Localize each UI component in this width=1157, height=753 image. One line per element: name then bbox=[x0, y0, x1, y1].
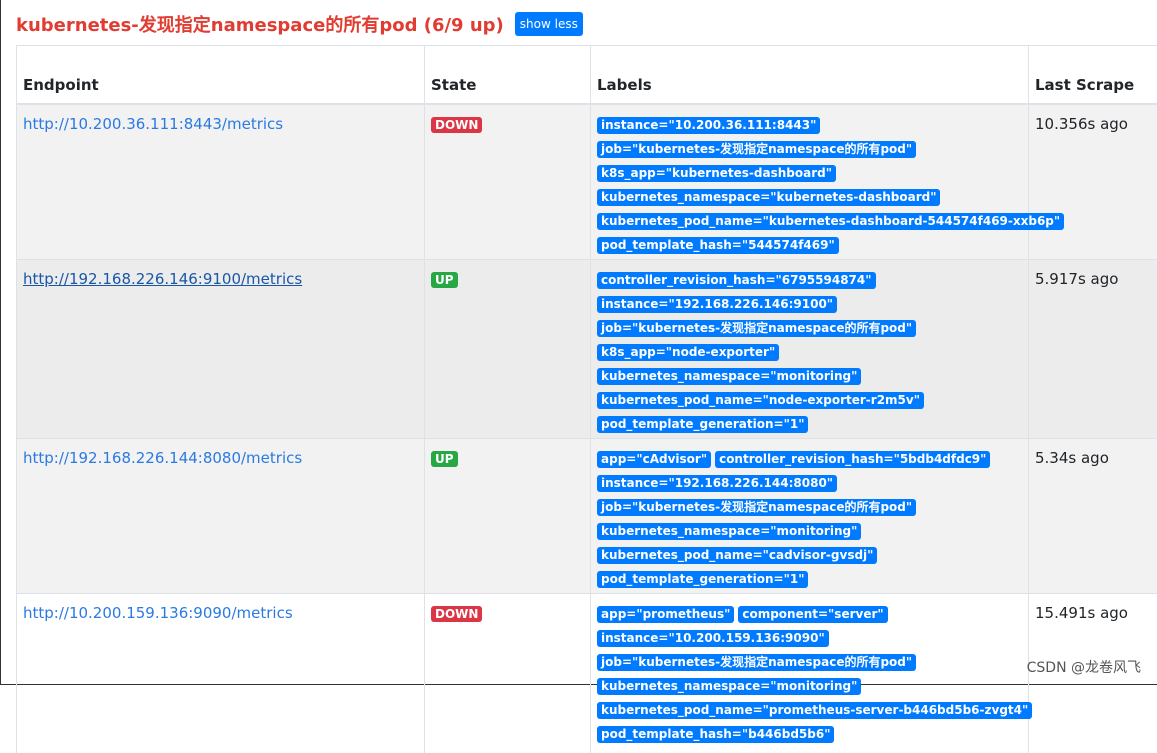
last-scrape-value: 10.356s ago bbox=[1035, 115, 1128, 133]
table-row: http://10.200.36.111:8443/metrics DOWN i… bbox=[17, 104, 1157, 260]
state-cell: DOWN bbox=[425, 104, 591, 260]
endpoint-cell: http://10.200.159.136:9090/metrics bbox=[17, 593, 425, 753]
column-header-endpoint: Endpoint bbox=[17, 46, 425, 104]
column-header-labels: Labels bbox=[591, 46, 1029, 104]
last-scrape-value: 15.491s ago bbox=[1035, 604, 1128, 622]
label-badge: job="kubernetes-发现指定namespace的所有pod" bbox=[597, 320, 916, 337]
label-badge: job="kubernetes-发现指定namespace的所有pod" bbox=[597, 499, 916, 516]
table-row: http://192.168.226.144:8080/metrics UP a… bbox=[17, 438, 1157, 593]
last-scrape-cell: 5.917s ago bbox=[1029, 259, 1157, 438]
state-cell: UP bbox=[425, 259, 591, 438]
table-header-row: Endpoint State Labels Last Scrape bbox=[17, 46, 1157, 104]
labels-cell: controller_revision_hash="6795594874" in… bbox=[591, 259, 1029, 438]
label-badge: k8s_app="kubernetes-dashboard" bbox=[597, 165, 836, 182]
labels-list: app="cAdvisor" controller_revision_hash=… bbox=[597, 449, 1023, 593]
targets-table: Endpoint State Labels Last Scrape http:/… bbox=[16, 45, 1157, 753]
label-badge: job="kubernetes-发现指定namespace的所有pod" bbox=[597, 141, 916, 158]
watermark: CSDN @龙卷风飞 bbox=[1027, 657, 1141, 677]
table-row: http://192.168.226.146:9100/metrics UP c… bbox=[17, 259, 1157, 438]
column-header-state: State bbox=[425, 46, 591, 104]
endpoint-link[interactable]: http://10.200.36.111:8443/metrics bbox=[23, 115, 283, 133]
label-badge: kubernetes_pod_name="prometheus-server-b… bbox=[597, 702, 1032, 719]
state-badge: UP bbox=[431, 272, 458, 288]
table-row: http://10.200.159.136:9090/metrics DOWN … bbox=[17, 593, 1157, 753]
endpoint-link[interactable]: http://10.200.159.136:9090/metrics bbox=[23, 604, 293, 622]
column-header-last-scrape: Last Scrape bbox=[1029, 46, 1157, 104]
label-badge: job="kubernetes-发现指定namespace的所有pod" bbox=[597, 654, 916, 671]
label-badge: kubernetes_pod_name="node-exporter-r2m5v… bbox=[597, 392, 924, 409]
label-badge: pod_template_generation="1" bbox=[597, 571, 808, 588]
label-badge: pod_template_generation="1" bbox=[597, 416, 808, 433]
labels-cell: app="cAdvisor" controller_revision_hash=… bbox=[591, 438, 1029, 593]
label-badge: kubernetes_namespace="monitoring" bbox=[597, 678, 861, 695]
endpoint-link[interactable]: http://192.168.226.144:8080/metrics bbox=[23, 449, 302, 467]
label-badge: controller_revision_hash="6795594874" bbox=[597, 272, 876, 289]
label-badge: app="cAdvisor" bbox=[597, 451, 711, 468]
endpoint-cell: http://192.168.226.144:8080/metrics bbox=[17, 438, 425, 593]
state-cell: DOWN bbox=[425, 593, 591, 753]
label-badge: kubernetes_pod_name="cadvisor-gvsdj" bbox=[597, 547, 877, 564]
target-header: kubernetes-发现指定namespace的所有pod (6/9 up) … bbox=[16, 11, 583, 37]
state-cell: UP bbox=[425, 438, 591, 593]
label-badge: pod_template_hash="544574f469" bbox=[597, 237, 839, 254]
label-badge: k8s_app="node-exporter" bbox=[597, 344, 779, 361]
state-badge: DOWN bbox=[431, 606, 482, 622]
label-badge: instance="192.168.226.144:8080" bbox=[597, 475, 837, 492]
labels-list: app="prometheus" component="server" inst… bbox=[597, 604, 1023, 748]
label-badge: component="server" bbox=[738, 606, 887, 623]
label-badge: kubernetes_namespace="monitoring" bbox=[597, 368, 861, 385]
label-badge: app="prometheus" bbox=[597, 606, 734, 623]
labels-cell: instance="10.200.36.111:8443" job="kuber… bbox=[591, 104, 1029, 260]
label-badge: pod_template_hash="b446bd5b6" bbox=[597, 726, 834, 743]
show-less-button[interactable]: show less bbox=[515, 12, 583, 36]
label-badge: instance="10.200.36.111:8443" bbox=[597, 117, 820, 134]
label-badge: kubernetes_pod_name="kubernetes-dashboar… bbox=[597, 213, 1064, 230]
label-badge: instance="192.168.226.146:9100" bbox=[597, 296, 837, 313]
labels-list: instance="10.200.36.111:8443" job="kuber… bbox=[597, 115, 1023, 259]
label-badge: instance="10.200.159.136:9090" bbox=[597, 630, 829, 647]
last-scrape-cell: 10.356s ago bbox=[1029, 104, 1157, 260]
target-title: kubernetes-发现指定namespace的所有pod (6/9 up) bbox=[16, 11, 504, 37]
last-scrape-value: 5.917s ago bbox=[1035, 270, 1118, 288]
label-badge: controller_revision_hash="5bdb4dfdc9" bbox=[715, 451, 990, 468]
labels-cell: app="prometheus" component="server" inst… bbox=[591, 593, 1029, 753]
state-badge: DOWN bbox=[431, 117, 482, 133]
endpoint-link[interactable]: http://192.168.226.146:9100/metrics bbox=[23, 270, 302, 288]
last-scrape-cell: 5.34s ago bbox=[1029, 438, 1157, 593]
label-badge: kubernetes_namespace="monitoring" bbox=[597, 523, 861, 540]
endpoint-cell: http://10.200.36.111:8443/metrics bbox=[17, 104, 425, 260]
endpoint-cell: http://192.168.226.146:9100/metrics bbox=[17, 259, 425, 438]
label-badge: kubernetes_namespace="kubernetes-dashboa… bbox=[597, 189, 940, 206]
last-scrape-value: 5.34s ago bbox=[1035, 449, 1109, 467]
labels-list: controller_revision_hash="6795594874" in… bbox=[597, 270, 1023, 438]
state-badge: UP bbox=[431, 451, 458, 467]
